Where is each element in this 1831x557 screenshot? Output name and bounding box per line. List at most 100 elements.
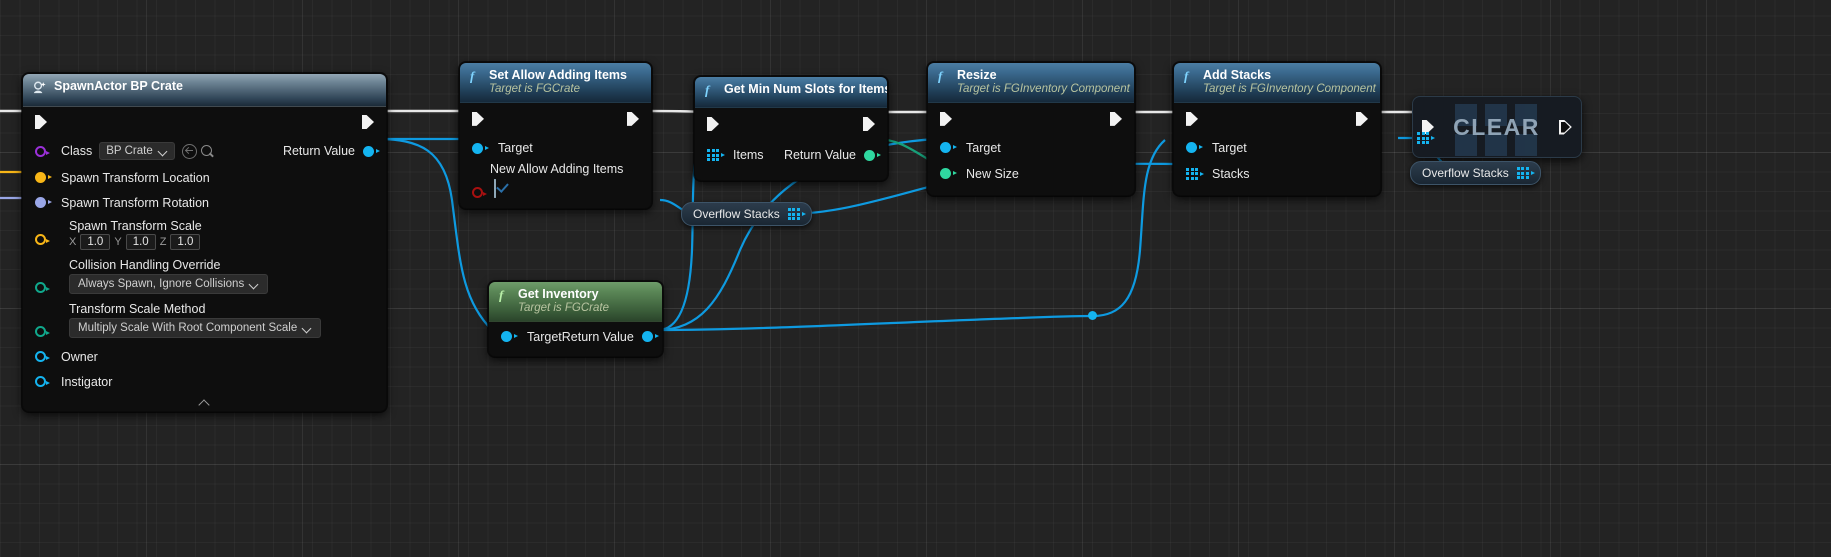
clear-label: CLEAR bbox=[1453, 113, 1540, 140]
scale-method-pin[interactable] bbox=[35, 326, 50, 337]
node-get-min-num-slots-for-items[interactable]: f Get Min Num Slots for Items Items Retu… bbox=[694, 76, 888, 181]
exec-in-pin[interactable] bbox=[940, 111, 952, 126]
spawn-scale-inputs: X 1.0 Y 1.0 Z 1.0 bbox=[23, 234, 386, 250]
function-icon: f bbox=[469, 69, 482, 88]
spawn-rotation-row: Spawn Transform Rotation bbox=[23, 190, 386, 215]
exec-out-pin[interactable] bbox=[1559, 120, 1572, 135]
items-array-pin[interactable] bbox=[707, 149, 725, 161]
stacks-row: Stacks bbox=[1174, 161, 1380, 187]
node-body: Target New Allow Adding Items bbox=[460, 103, 651, 208]
overflow-stacks-array-pin[interactable] bbox=[1516, 167, 1535, 179]
node-title: Get Inventory bbox=[518, 287, 599, 301]
wire-knot-dot[interactable] bbox=[1088, 311, 1097, 320]
node-resize[interactable]: f Resize Target is FGInventory Component… bbox=[927, 62, 1135, 196]
node-header: f Add Stacks Target is FGInventory Compo… bbox=[1174, 63, 1380, 103]
spawn-scale-pin[interactable] bbox=[35, 234, 50, 245]
collapse-toggle[interactable] bbox=[23, 394, 386, 411]
node-clear-array[interactable]: CLEAR bbox=[1412, 96, 1582, 158]
exec-in-pin[interactable] bbox=[1186, 111, 1198, 126]
exec-out-pin[interactable] bbox=[1110, 111, 1122, 126]
node-subtitle: Target is FGInventory Component bbox=[957, 83, 1130, 95]
axis-z-label: Z bbox=[159, 236, 167, 248]
target-pin[interactable] bbox=[472, 142, 489, 154]
caret-up-icon bbox=[199, 399, 210, 405]
collision-group: Collision Handling Override Always Spawn… bbox=[23, 256, 386, 300]
return-value-label: Return Value bbox=[561, 329, 634, 344]
return-value-pin[interactable] bbox=[363, 145, 380, 157]
node-title: SpawnActor BP Crate bbox=[54, 79, 183, 93]
target-label: Target bbox=[498, 141, 533, 156]
browse-to-asset-icon[interactable] bbox=[181, 143, 197, 159]
spawn-location-pin[interactable] bbox=[35, 172, 52, 183]
chevron-down-icon bbox=[159, 147, 168, 156]
return-value-pin[interactable] bbox=[864, 149, 881, 161]
node-body: Class BP Crate Return Value Spawn Transf… bbox=[23, 107, 386, 411]
exec-row bbox=[460, 103, 651, 135]
clear-target-array-pin[interactable] bbox=[1417, 132, 1435, 144]
node-spawn-actor[interactable]: SpawnActor BP Crate Class BP Crate Retur… bbox=[22, 73, 387, 412]
reroute-overflow-stacks-right[interactable]: Overflow Stacks bbox=[1410, 161, 1541, 185]
class-dropdown[interactable]: BP Crate bbox=[99, 142, 175, 160]
exec-in-pin[interactable] bbox=[707, 117, 719, 131]
axis-y-label: Y bbox=[114, 236, 122, 248]
scale-method-label: Transform Scale Method bbox=[69, 302, 206, 316]
new-allow-adding-items-checkbox[interactable] bbox=[494, 178, 496, 198]
svg-text:f: f bbox=[499, 288, 505, 302]
function-icon: f bbox=[498, 288, 511, 307]
exec-out-pin[interactable] bbox=[863, 117, 875, 131]
exec-in-pin[interactable] bbox=[472, 111, 484, 126]
search-icon[interactable] bbox=[200, 144, 215, 159]
node-header: f Get Inventory Target is FGCrate bbox=[489, 282, 662, 322]
scale-x-input[interactable]: 1.0 bbox=[80, 234, 111, 250]
node-title: Resize bbox=[957, 68, 997, 82]
target-row: Target bbox=[460, 135, 651, 162]
node-get-inventory[interactable]: f Get Inventory Target is FGCrate Target… bbox=[488, 281, 663, 357]
function-icon: f bbox=[704, 83, 717, 102]
overflow-stacks-array-pin[interactable] bbox=[787, 208, 806, 220]
node-set-allow-adding-items[interactable]: f Set Allow Adding Items Target is FGCra… bbox=[459, 62, 652, 209]
items-row: Items Return Value bbox=[695, 140, 887, 170]
node-header: SpawnActor BP Crate bbox=[23, 74, 386, 107]
svg-text:f: f bbox=[938, 69, 944, 83]
blueprint-graph-canvas[interactable]: SpawnActor BP Crate Class BP Crate Retur… bbox=[0, 0, 1831, 557]
node-body: Target Return Value bbox=[489, 322, 662, 356]
exec-out-pin[interactable] bbox=[362, 115, 374, 129]
reroute-label: Overflow Stacks bbox=[1422, 166, 1509, 180]
reroute-label: Overflow Stacks bbox=[693, 207, 780, 221]
scale-y-input[interactable]: 1.0 bbox=[125, 234, 156, 250]
stacks-array-pin[interactable] bbox=[1186, 167, 1204, 180]
owner-pin[interactable] bbox=[35, 351, 50, 362]
chevron-down-icon bbox=[303, 324, 312, 333]
scale-method-group: Transform Scale Method Multiply Scale Wi… bbox=[23, 300, 386, 344]
node-add-stacks[interactable]: f Add Stacks Target is FGInventory Compo… bbox=[1173, 62, 1381, 196]
collision-dropdown[interactable]: Always Spawn, Ignore Collisions bbox=[69, 274, 269, 294]
exec-out-pin[interactable] bbox=[627, 111, 639, 126]
spawn-rotation-pin[interactable] bbox=[35, 197, 52, 208]
scale-method-value: Multiply Scale With Root Component Scale bbox=[78, 322, 298, 334]
scale-z-input[interactable]: 1.0 bbox=[170, 234, 201, 250]
exec-out-pin[interactable] bbox=[1356, 111, 1368, 126]
exec-in-pin[interactable] bbox=[35, 115, 47, 129]
exec-row bbox=[695, 108, 887, 140]
svg-text:f: f bbox=[705, 83, 711, 97]
node-body: Target Stacks bbox=[1174, 103, 1380, 195]
exec-row bbox=[1174, 103, 1380, 135]
collision-label: Collision Handling Override bbox=[69, 258, 221, 272]
reroute-overflow-stacks-mid[interactable]: Overflow Stacks bbox=[681, 202, 812, 226]
return-value-pin[interactable] bbox=[641, 331, 659, 343]
svg-text:f: f bbox=[1184, 69, 1190, 83]
instigator-pin[interactable] bbox=[35, 376, 50, 387]
node-header: f Resize Target is FGInventory Component bbox=[928, 63, 1134, 103]
node-body: Target New Size bbox=[928, 103, 1134, 195]
node-title: Set Allow Adding Items bbox=[489, 68, 627, 82]
collision-value: Always Spawn, Ignore Collisions bbox=[78, 278, 245, 290]
node-header: f Get Min Num Slots for Items bbox=[695, 77, 887, 108]
return-value-label: Return Value bbox=[783, 148, 856, 162]
collision-dropdown-wrap: Always Spawn, Ignore Collisions bbox=[23, 274, 386, 294]
collision-pin[interactable] bbox=[35, 282, 50, 293]
scale-method-dropdown[interactable]: Multiply Scale With Root Component Scale bbox=[69, 318, 322, 338]
node-subtitle: Target is FGInventory Component bbox=[1203, 83, 1376, 95]
node-subtitle: Target is FGCrate bbox=[489, 83, 580, 95]
class-pin[interactable] bbox=[35, 145, 50, 157]
new-allow-adding-items-pin[interactable] bbox=[472, 186, 487, 198]
